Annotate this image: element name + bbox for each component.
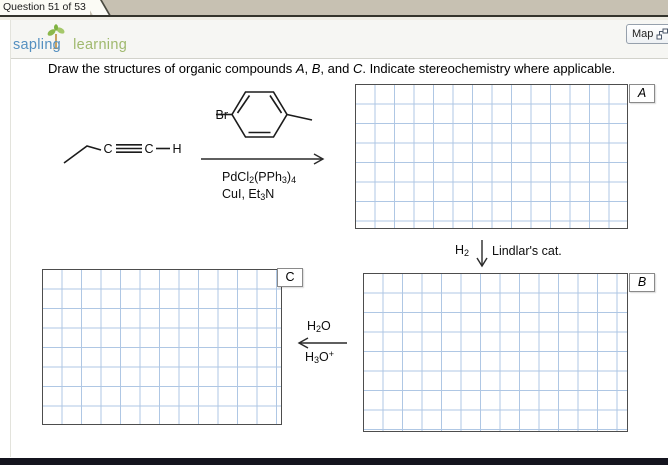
- h3o-sup: +: [328, 349, 335, 359]
- map-button-label: Map: [632, 28, 654, 40]
- water-text: H2O: [307, 319, 331, 334]
- bottom-bar: [0, 458, 668, 465]
- answer-label-a-text: A: [637, 86, 647, 100]
- alkyne-h-label: H: [172, 142, 181, 156]
- answer-box-b[interactable]: [363, 273, 628, 432]
- question-sep2: , and: [320, 61, 353, 76]
- answer-label-c-text: C: [285, 270, 295, 284]
- map-button[interactable]: Map: [626, 24, 668, 44]
- left-arrow-icon: [297, 337, 347, 349]
- co-reagents-text: CuI, Et3N: [222, 187, 274, 202]
- catalyst-t1: PdCl: [222, 170, 250, 184]
- reagents-t1: CuI, Et: [222, 187, 261, 201]
- answer-box-a[interactable]: [355, 84, 628, 229]
- answer-label-b: B: [629, 273, 655, 292]
- h2o-t2: O: [321, 319, 331, 333]
- question-tab-label: Question 51 of 53: [3, 1, 86, 13]
- answer-label-a: A: [629, 84, 655, 103]
- catalyst-s3: 4: [291, 175, 297, 185]
- content-left-border: [10, 20, 11, 457]
- question-text: Draw the structures of organic compounds…: [48, 61, 648, 76]
- hydrogen-text: H2: [455, 243, 469, 258]
- butyne-structure: C C H: [63, 142, 182, 164]
- alkyne-c1-label: C: [103, 142, 112, 156]
- hydronium-text: H3O+: [305, 349, 334, 365]
- answer-box-c[interactable]: [42, 269, 282, 425]
- down-arrow-icon: [476, 240, 488, 268]
- answer-label-c: C: [277, 268, 303, 287]
- lindlar-text: Lindlar's cat.: [492, 244, 562, 258]
- h3o-t2: O: [319, 350, 329, 364]
- bromotoluene-structure: Br: [216, 91, 313, 138]
- h2o-t1: H: [307, 319, 317, 333]
- brand-word-sapling: sapling: [13, 37, 62, 53]
- compound-c-ref: C: [352, 61, 363, 76]
- browser-tab-bar: Question 51 of 53: [0, 0, 668, 17]
- alkyne-c2-label: C: [144, 142, 153, 156]
- h2-t1: H: [455, 243, 465, 257]
- question-part2: . Indicate stereochemistry where applica…: [362, 61, 616, 76]
- reagents-t2: N: [265, 187, 275, 201]
- compound-a-ref: A: [295, 61, 305, 76]
- question-sep1: ,: [304, 61, 312, 76]
- question-part1: Draw the structures of organic compounds: [48, 61, 296, 76]
- h2-s1: 2: [464, 248, 470, 258]
- catalyst-text: PdCl2(PPh3)4: [222, 170, 296, 185]
- brand-word-learning: learning: [73, 37, 128, 53]
- sitemap-icon: [656, 28, 668, 40]
- coupling-arrow-icon: [201, 153, 325, 165]
- brand-logo: sapling learning: [13, 37, 127, 53]
- answer-label-b-text: B: [637, 275, 647, 289]
- catalyst-t2: (PPh: [254, 170, 282, 184]
- screen: Question 51 of 53 sapling learning Map Dr…: [0, 0, 668, 465]
- h3o-t1: H: [305, 350, 315, 364]
